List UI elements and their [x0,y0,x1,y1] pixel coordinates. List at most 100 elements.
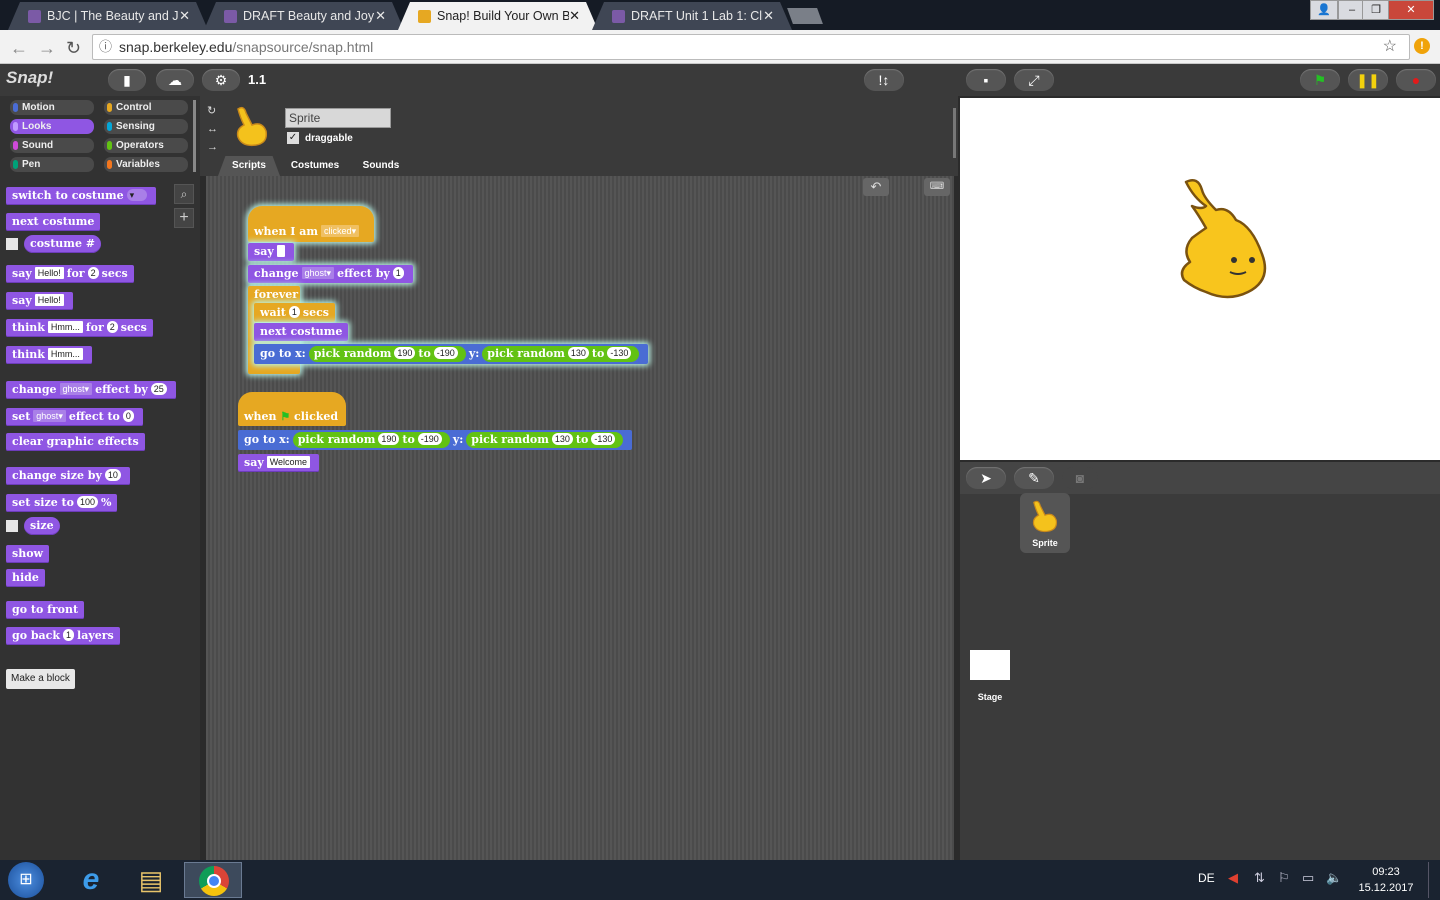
tab-scripts[interactable]: Scripts [218,156,280,176]
block-set-effect[interactable]: set ghost▾ effect to 0 [6,408,143,426]
show-desktop-button[interactable] [1428,862,1438,898]
browser-tab-active[interactable]: Snap! Build Your Own Bl ✕ [398,2,598,30]
volume-icon[interactable]: 🔈 [1326,870,1342,886]
block-say-for-secs[interactable]: say Hello! for 2 secs [6,265,134,283]
block-wait-secs[interactable]: wait 1 secs [254,303,335,322]
block-pick-random[interactable]: pick random 130 to -130 [466,432,624,448]
scripts-scrollbar[interactable] [953,108,956,158]
stage-thumbnail[interactable] [970,650,1010,680]
block-say[interactable]: say [248,243,294,261]
block-change-effect[interactable]: change ghost▾ effect by 1 [248,265,413,283]
tab-costumes[interactable]: Costumes [280,156,350,176]
action-center-flag-icon[interactable]: ⚐ [1278,870,1290,886]
bookmark-star-icon[interactable]: ☆ [1383,35,1397,59]
stop-icon[interactable]: ● [1396,69,1436,91]
keyboard-icon[interactable]: ⌨ [924,178,950,196]
file-explorer-icon[interactable]: ▤ [126,862,176,898]
url-input[interactable]: ⓘ snap.berkeley.edu/snapsource/snap.html ☆ [92,34,1410,60]
speaker-warning-icon[interactable]: ◀ [1228,870,1238,886]
language-indicator[interactable]: DE [1198,871,1215,885]
clock[interactable]: 09:23 15.12.2017 [1354,866,1418,894]
alert-icon[interactable]: ! [1414,38,1430,54]
close-tab-icon[interactable]: ✕ [179,8,190,24]
chrome-taskbar-button[interactable] [184,862,242,898]
internet-explorer-icon[interactable]: e [66,862,116,898]
new-tab-button[interactable] [787,8,823,24]
file-menu-icon[interactable]: ▮ [108,69,146,91]
rotation-style-icons[interactable]: ↻ ↔ → [207,102,218,156]
block-next-costume[interactable]: next costume [254,323,349,341]
app-mode-icon[interactable]: !↕ [864,69,904,91]
camera-icon[interactable]: ◙ [1062,467,1098,489]
block-go-to-xy[interactable]: go to x: pick random 190 to -190 y: pick rando… [254,344,649,364]
add-block-icon[interactable]: + [174,208,194,228]
undo-icon[interactable]: ↶ [863,178,889,196]
normal-stage-icon[interactable]: ▪ [966,69,1006,91]
block-pick-random[interactable]: pick random 190 to -190 [308,346,466,362]
block-when-flag-clicked[interactable]: when ⚑ clicked [238,407,344,426]
green-flag-icon[interactable]: ⚑ [1300,69,1340,91]
block-switch-to-costume[interactable]: switch to costume ▾ [6,187,156,205]
browser-tab[interactable]: DRAFT Beauty and Joy of ✕ [204,2,404,30]
watcher-checkbox[interactable] [6,238,18,250]
corral-sprite-tile[interactable]: Sprite [1020,493,1070,553]
tab-sounds[interactable]: Sounds [350,156,412,176]
block-change-size[interactable]: change size by 10 [6,467,130,485]
sprite-name-input[interactable]: Sprite [285,108,391,128]
block-change-effect[interactable]: change ghost▾ effect by 25 [6,381,176,399]
block-think[interactable]: think Hmm... [6,346,92,364]
block-next-costume[interactable]: next costume [6,213,101,231]
add-turtle-sprite-icon[interactable]: ➤ [966,467,1006,489]
fullscreen-icon[interactable]: ⤢ [1014,69,1054,91]
cloud-icon[interactable]: ☁ [156,69,194,91]
block-say[interactable]: say Hello! [6,292,73,310]
display-icon[interactable]: ▭ [1302,870,1314,886]
close-tab-icon[interactable]: ✕ [375,8,386,24]
block-go-back-layers[interactable]: go back 1 layers [6,627,120,645]
forward-icon[interactable]: → [38,38,56,59]
windows-start-icon[interactable]: ⊞ [8,862,44,898]
block-go-to-xy[interactable]: go to x: pick random 190 to -190 y: pick rando… [238,430,633,450]
block-set-size[interactable]: set size to 100% [6,494,118,512]
paint-brush-icon[interactable]: ✎ [1014,467,1054,489]
block-forever[interactable]: forever [248,285,304,304]
category-scrollbar[interactable] [193,100,196,172]
browser-tab[interactable]: DRAFT Unit 1 Lab 1: Click ✕ [592,2,792,30]
user-icon[interactable]: 👤 [1310,0,1338,20]
category-looks[interactable]: Looks [10,119,94,134]
block-say[interactable]: say Welcome [238,454,320,472]
watcher-checkbox[interactable] [6,520,18,532]
block-when-i-am-clicked[interactable]: when I am clicked▾ [248,222,368,241]
category-sensing[interactable]: Sensing [104,119,188,134]
close-window-icon[interactable]: ✕ [1388,0,1434,20]
back-icon[interactable]: ← [10,38,28,59]
category-pen[interactable]: Pen [10,157,94,172]
category-control[interactable]: Control [104,100,188,115]
reload-icon[interactable]: ↻ [66,38,81,59]
browser-tab[interactable]: BJC | The Beauty and Joy ✕ [8,2,208,30]
category-sound[interactable]: Sound [10,138,94,153]
block-size[interactable]: size [24,517,60,535]
pause-icon[interactable]: ❚❚ [1348,69,1388,91]
category-variables[interactable]: Variables [104,157,188,172]
settings-gear-icon[interactable]: ⚙ [202,69,240,91]
block-clear-graphic-effects[interactable]: clear graphic effects [6,433,145,451]
block-costume-number[interactable]: costume # [24,235,101,253]
block-think-for-secs[interactable]: think Hmm... for 2 secs [6,319,153,337]
block-pick-random[interactable]: pick random 130 to -130 [482,346,640,362]
sprite-alonzo-icon[interactable] [1176,176,1272,300]
block-show[interactable]: show [6,545,49,563]
close-tab-icon[interactable]: ✕ [569,8,580,24]
restore-icon[interactable]: ❐ [1362,0,1390,20]
make-a-block-button[interactable]: Make a block [6,669,75,689]
category-operators[interactable]: Operators [104,138,188,153]
network-icon[interactable]: ⇅ [1254,870,1265,886]
snap-logo[interactable]: Snap! [6,68,53,88]
search-icon[interactable]: ⌕ [174,184,194,204]
block-hide[interactable]: hide [6,569,45,587]
draggable-checkbox[interactable]: ✓ [287,132,299,144]
close-tab-icon[interactable]: ✕ [763,8,774,24]
block-pick-random[interactable]: pick random 190 to -190 [292,432,450,448]
block-go-to-front[interactable]: go to front [6,601,85,619]
category-motion[interactable]: Motion [10,100,94,115]
